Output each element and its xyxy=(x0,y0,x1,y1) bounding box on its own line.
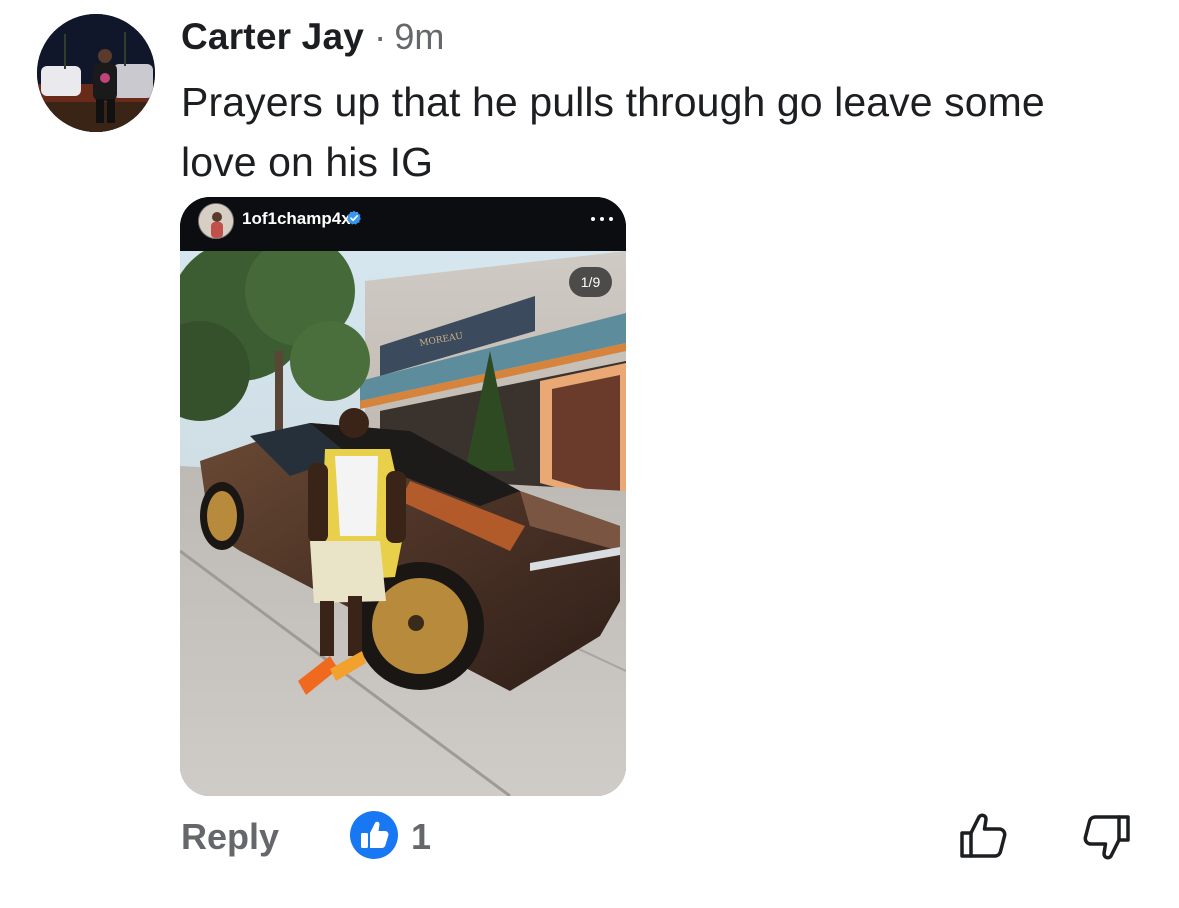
avatar-photo xyxy=(37,14,155,132)
thumbs-up-filled-icon[interactable] xyxy=(350,811,398,859)
comment-header: Carter Jay · 9m xyxy=(181,16,444,60)
more-horizontal-icon xyxy=(591,217,613,221)
thumbs-down-outline-icon[interactable] xyxy=(1083,814,1131,862)
embed-username: 1of1champ4x xyxy=(242,209,351,228)
author-name[interactable]: Carter Jay xyxy=(181,16,364,58)
separator-dot: · xyxy=(374,16,387,57)
attached-image[interactable]: 1of1champ4x MOREAU 1/9 xyxy=(180,197,626,796)
comment-text: Prayers up that he pulls through go leav… xyxy=(181,79,1045,185)
embed-avatar xyxy=(198,203,234,239)
reply-button[interactable]: Reply xyxy=(181,816,279,858)
post-photo: MOREAU xyxy=(180,251,626,796)
thumbs-up-outline-icon[interactable] xyxy=(957,812,1009,860)
comment-actions: Reply 1 xyxy=(0,800,1179,870)
timestamp: 9m xyxy=(394,16,445,57)
commenter-avatar[interactable] xyxy=(37,14,155,132)
verified-badge-icon xyxy=(347,210,361,225)
carousel-page-counter: 1/9 xyxy=(569,267,612,297)
embed-header: 1of1champ4x xyxy=(180,197,626,251)
like-count: 1 xyxy=(411,816,432,857)
